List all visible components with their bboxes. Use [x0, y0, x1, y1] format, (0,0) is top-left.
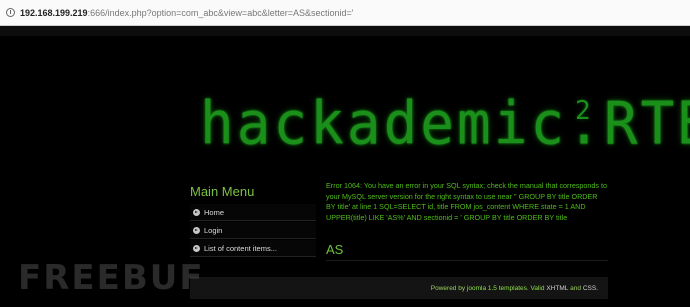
menu-item-home[interactable]: Home	[190, 204, 316, 221]
url-path: :666/index.php?option=com_abc&view=abc&l…	[87, 7, 354, 18]
watermark: FREEBUF	[18, 258, 205, 298]
browser-toolbar-gap	[0, 26, 690, 36]
content-divider	[326, 260, 608, 261]
site-logo[interactable]: hackademic.RTB	[200, 90, 690, 174]
site-logo-superscript: 2	[575, 96, 591, 126]
arrow-bullet-icon	[193, 226, 200, 234]
footer-css-link[interactable]: CSS.	[583, 285, 598, 292]
footer-and: and	[570, 284, 582, 292]
footer-joomla-link[interactable]: joomla 1.5 templates	[467, 285, 527, 292]
menu-item-label: Home	[204, 207, 225, 217]
menu-item-login[interactable]: Login	[190, 222, 316, 239]
address-bar[interactable]: 192.168.199.219:666/index.php?option=com…	[0, 0, 690, 26]
info-icon[interactable]	[6, 8, 15, 17]
main-menu-title: Main Menu	[190, 184, 255, 199]
main-menu: Home Login List of content items...	[190, 204, 316, 258]
footer-powered-by: Powered by	[430, 284, 466, 292]
page-footer: Powered by joomla 1.5 templates. Valid X…	[190, 277, 608, 299]
menu-item-label: Login	[204, 225, 223, 235]
article-title: AS	[326, 242, 344, 257]
url-host: 192.168.199.219	[20, 7, 88, 18]
footer-xhtml-link[interactable]: XHTML	[546, 285, 568, 292]
footer-valid-label: Valid	[530, 284, 545, 292]
arrow-bullet-icon	[193, 244, 200, 252]
menu-item-label: List of content items...	[204, 243, 277, 253]
menu-item-content-list[interactable]: List of content items...	[190, 240, 316, 257]
sql-error-message: Error 1064: You have an error in your SQ…	[326, 181, 608, 222]
arrow-bullet-icon	[193, 208, 200, 216]
